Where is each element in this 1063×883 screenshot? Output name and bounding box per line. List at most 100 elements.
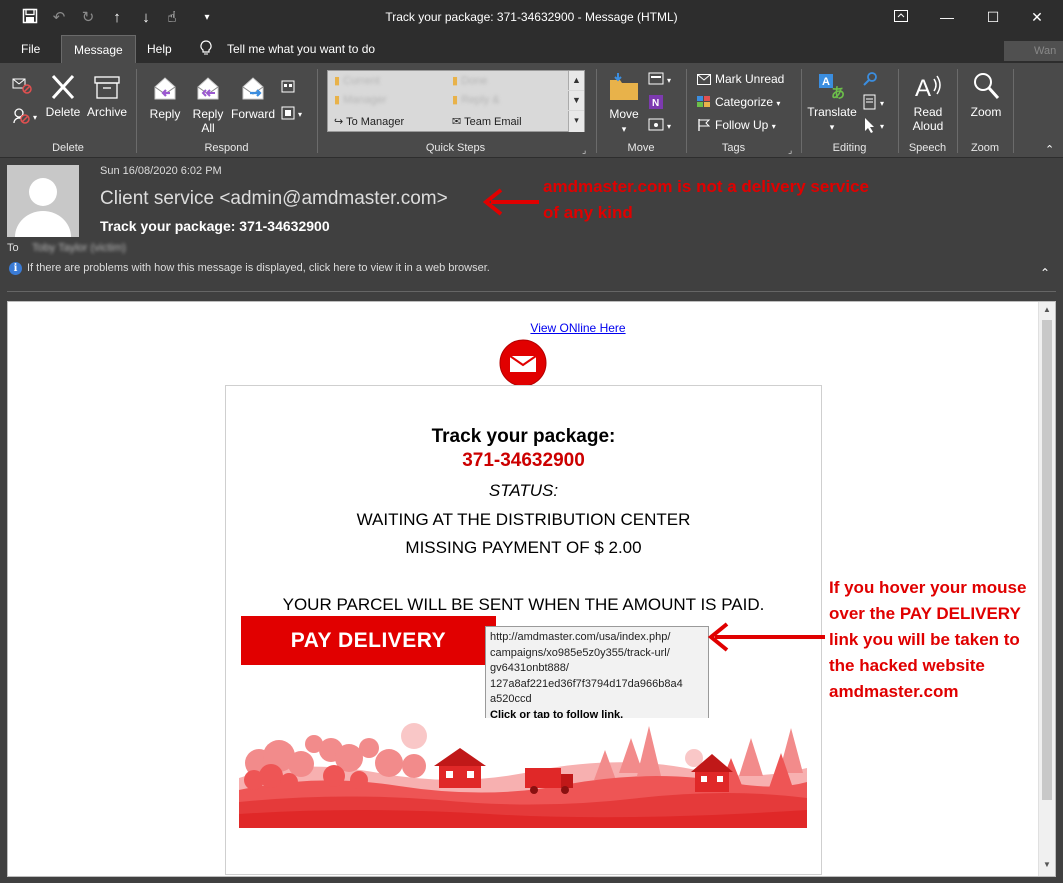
info-bar[interactable]: If there are problems with how this mess… (27, 262, 490, 274)
quick-step-current-label: Current (343, 75, 380, 87)
message-header: Sun 16/08/2020 6:02 PM Client service <a… (0, 158, 1063, 292)
dialog-launcher-icon[interactable]: ⌟ (788, 145, 792, 156)
categorize-label: Categorize (715, 95, 774, 109)
select-icon[interactable]: ▾ (862, 117, 890, 138)
quick-steps-gallery[interactable]: ▮ Current ▮ Manager ↪ To Manager ▮ Done … (327, 70, 585, 132)
actions-icon[interactable]: ▾ (648, 117, 676, 138)
tab-file[interactable]: File (21, 35, 40, 63)
tooltip-url-line: 127a8af221ed36f7f3794d17da966b8a4 (490, 677, 683, 690)
arrow-to-sender-icon (482, 187, 541, 222)
archive-button[interactable]: Archive (85, 73, 129, 119)
search-box[interactable]: Wan (1004, 41, 1063, 61)
svg-text:A: A (915, 75, 931, 101)
sender[interactable]: Client service <admin@amdmaster.com> (100, 188, 448, 210)
close-icon[interactable]: ✕ (1022, 6, 1052, 28)
forward-button[interactable]: Forward (229, 73, 277, 121)
link-tooltip: http://amdmaster.com/usa/index.php/ camp… (485, 626, 709, 721)
ignore-icon[interactable] (12, 77, 34, 100)
mark-unread-label: Mark Unread (715, 72, 785, 86)
more-respond-icon[interactable]: ▾ (281, 106, 307, 125)
categorize-button[interactable]: Categorize ▾ (697, 95, 780, 109)
forward-label: Forward (230, 107, 275, 121)
quick-step-to-manager[interactable]: ↪ To Manager (334, 115, 404, 128)
rules-icon[interactable]: ▾ (648, 71, 676, 92)
pay-delivery-button[interactable]: PAY DELIVERY (241, 616, 496, 665)
link-annotation-line: If you hover your mouse (829, 578, 1027, 597)
translate-button[interactable]: Aあ Translate ▾ (807, 71, 857, 134)
ribbon: ▾ Delete Archive Delete Reply Reply All … (0, 63, 1063, 158)
avatar (7, 165, 79, 237)
tab-message[interactable]: Message (61, 35, 136, 63)
status-label: STATUS: (488, 481, 559, 500)
dialog-launcher-icon[interactable]: ⌟ (582, 145, 586, 156)
onenote-icon[interactable]: N (648, 94, 664, 115)
svg-text:▾: ▾ (880, 122, 884, 131)
minimize-icon[interactable]: — (932, 6, 962, 28)
quick-step-item[interactable]: ▮ Done (452, 74, 487, 87)
message-date: Sun 16/08/2020 6:02 PM (100, 165, 222, 177)
quick-step-current[interactable]: ▮ Current (334, 74, 380, 87)
tooltip-url-line: campaigns/xo985e5z0y355/track-url/ (490, 646, 670, 659)
group-separator (898, 69, 899, 153)
vertical-scrollbar[interactable]: ▲ ▼ (1038, 302, 1055, 876)
quick-steps-down-icon[interactable]: ▼ (568, 91, 584, 110)
translate-label: Translate (807, 105, 857, 119)
zoom-label: Zoom (970, 105, 1002, 119)
group-separator (136, 69, 137, 153)
archive-box-icon (94, 76, 120, 99)
scroll-thumb[interactable] (1042, 320, 1052, 800)
tooltip-url-line: gv6431onbt888/ (490, 662, 569, 674)
delivery-scene-illustration (239, 718, 807, 828)
quick-step-item[interactable]: ▮ Manager (334, 93, 387, 106)
delete-button[interactable]: Delete (44, 73, 82, 119)
tags-group-label: Tags (721, 142, 746, 154)
collapse-header-icon[interactable]: ⌃ (1040, 266, 1050, 280)
tell-me-search[interactable]: Tell me what you want to do (227, 35, 375, 63)
meeting-icon[interactable] (281, 79, 295, 98)
junk-icon[interactable]: ▾ (12, 107, 40, 130)
group-separator (957, 69, 958, 153)
quick-steps-up-icon[interactable]: ▲ (568, 71, 584, 90)
collapse-ribbon-icon[interactable]: ⌃ (1045, 143, 1054, 156)
delete-label: Delete (45, 105, 81, 119)
tab-help[interactable]: Help (147, 35, 172, 63)
reply-label: Reply (149, 107, 181, 121)
group-separator (596, 69, 597, 153)
header-divider (7, 291, 1056, 292)
to-label: To (7, 242, 19, 254)
svg-text:▾: ▾ (880, 99, 884, 108)
reply-all-label-1: Reply (192, 107, 224, 121)
to-recipient[interactable]: Toby Taylor (victim) (32, 242, 126, 254)
find-icon[interactable] (862, 71, 878, 92)
delete-group-label: Delete (52, 142, 84, 154)
svg-text:▾: ▾ (667, 122, 671, 131)
move-button[interactable]: Move ▾ (602, 71, 646, 136)
zoom-group-label: Zoom (970, 142, 1000, 154)
sender-annotation-line-1: amdmaster.com is not a delivery service (543, 177, 870, 196)
move-label: Move (609, 107, 639, 121)
title-bar: ↶ ↻ ↑ ↓ ☝ ▾ Track your package: 371-3463… (0, 0, 1063, 35)
quick-steps-more-icon[interactable]: ▾ (568, 111, 584, 132)
ribbon-display-options-icon[interactable] (886, 6, 916, 28)
reply-button[interactable]: Reply (146, 73, 184, 121)
quick-steps-group-label: Quick Steps (425, 142, 486, 154)
mark-unread-button[interactable]: Mark Unread (697, 72, 784, 86)
related-icon[interactable]: ▾ (862, 94, 890, 115)
sender-annotation: amdmaster.com is not a delivery service … (543, 174, 869, 226)
read-aloud-button[interactable]: A Read Aloud (904, 71, 952, 133)
follow-up-button[interactable]: Follow Up ▾ (697, 118, 776, 132)
view-online-link[interactable]: View ONline Here (8, 321, 1055, 335)
move-group-label: Move (627, 142, 655, 154)
zoom-button[interactable]: Zoom (963, 71, 1009, 119)
scroll-down-icon[interactable]: ▼ (1039, 860, 1055, 869)
quick-step-item[interactable]: ▮ Reply & (452, 93, 500, 106)
forward-icon (242, 77, 264, 100)
scroll-up-icon[interactable]: ▲ (1039, 305, 1055, 314)
quick-step-team-email[interactable]: ✉ Team Email (452, 115, 522, 128)
delete-x-icon (51, 74, 75, 100)
maximize-icon[interactable]: ☐ (978, 6, 1008, 28)
quick-step-blurred-label: Done (461, 75, 488, 87)
outlook-message-window: ↶ ↻ ↑ ↓ ☝ ▾ Track your package: 371-3463… (0, 0, 1063, 883)
to-manager-label: To Manager (346, 116, 405, 128)
reply-all-button[interactable]: Reply All (188, 73, 228, 135)
